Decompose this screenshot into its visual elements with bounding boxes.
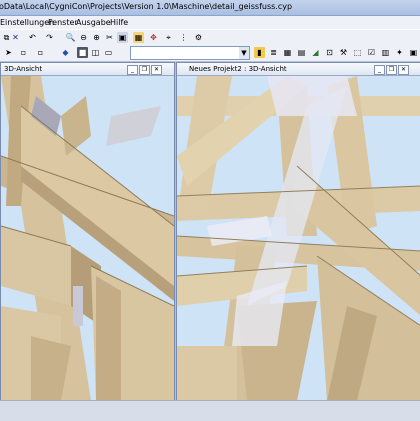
restore-icon[interactable]: ❐ [386,65,397,75]
dim-icon[interactable]: ⊡ [324,47,335,58]
view-right[interactable]: Neues Projekt2 : 3D-Ansicht _ ❐ ✕ [176,62,420,402]
dash-icon[interactable]: ▫ [18,47,29,58]
grid-icon[interactable]: ⋮ [178,32,189,43]
view-left-titlebar: 3D-Ansicht _ ❐ ✕ [1,63,174,76]
stack-icon[interactable]: ≣ [268,47,279,58]
zoom-out-icon[interactable]: ⊖ [78,32,89,43]
close-icon[interactable]: ✕ [151,65,162,75]
fit-icon[interactable]: ▣ [117,32,128,43]
3d-viewport-left[interactable] [1,76,174,401]
beam-icon[interactable]: ◢ [310,47,321,58]
3d-viewport-right[interactable] [177,76,420,401]
view-right-titlebar: Neues Projekt2 : 3D-Ansicht _ ❐ ✕ [177,63,420,76]
select-icon[interactable]: ⌖ [163,32,174,43]
zoom-window-icon[interactable]: ⊕ [91,32,102,43]
cube-icon[interactable]: ◆ [60,47,71,58]
view-left-title: 3D-Ansicht [4,65,43,73]
title-bar: oData\Local\CygniCon\Projects\Version 1.… [0,0,420,16]
menu-fenster[interactable]: Fenster [48,18,78,27]
minimize-icon[interactable]: _ [374,65,385,75]
render-icon[interactable]: ■ [77,47,88,58]
more-icon[interactable]: ▣ [408,47,419,58]
tool-icon[interactable]: ⚒ [338,47,349,58]
zoom-in-icon[interactable]: 🔍 [65,32,76,43]
hatch-icon[interactable]: ▥ [380,47,391,58]
view-toolbar: ➤ ▫ ▫ ◆ ■ ◫ ▭ ▼ ▮ ≣ ▦ ▤ ◢ ⊡ ⚒ ⬚ ☑ ▥ ✦ ▣ [0,45,420,62]
dash-icon[interactable]: ▫ [35,47,46,58]
bars-icon[interactable]: ▮ [254,47,265,58]
grid-icon[interactable]: ▦ [282,47,293,58]
settings-icon[interactable]: ⚙ [193,32,204,43]
close-icon[interactable]: ✕ [10,32,21,43]
redo-icon[interactable]: ↷ [44,32,55,43]
frame-icon[interactable]: ⬚ [352,47,363,58]
view-combo[interactable]: ▼ [130,46,250,60]
menu-hilfe[interactable]: Hilfe [110,18,128,27]
restore-icon[interactable]: ❐ [139,65,150,75]
menu-einstellungen[interactable]: Einstellungen [0,18,54,27]
minimize-icon[interactable]: _ [127,65,138,75]
status-bar [0,400,420,421]
chevron-down-icon[interactable]: ▼ [239,47,249,59]
wire-icon[interactable]: ◫ [90,47,101,58]
star-icon[interactable]: ✦ [394,47,405,58]
undo-icon[interactable]: ↶ [27,32,38,43]
menu-ausgabe[interactable]: Ausgabe [76,18,111,27]
layer-icon[interactable]: ▭ [103,47,114,58]
cut-icon[interactable]: ✂ [104,32,115,43]
select-arrow-icon[interactable]: ➤ [3,47,14,58]
view-left[interactable]: 3D-Ansicht _ ❐ ✕ [0,62,175,402]
standard-toolbar: ⧉ ✕ ↶ ↷ 🔍 ⊖ ⊕ ✂ ▣ ▦ ✥ ⌖ ⋮ ⚙ [0,29,420,46]
check-icon[interactable]: ☑ [366,47,377,58]
table-icon[interactable]: ▦ [133,32,144,43]
pan-icon[interactable]: ✥ [148,32,159,43]
view-right-title: Neues Projekt2 : 3D-Ansicht [189,65,287,73]
close-icon[interactable]: ✕ [398,65,409,75]
shade-icon[interactable]: ▤ [296,47,307,58]
window-title: oData\Local\CygniCon\Projects\Version 1.… [0,2,293,11]
menu-bar: Einstellungen Fenster Ausgabe Hilfe [0,16,420,29]
